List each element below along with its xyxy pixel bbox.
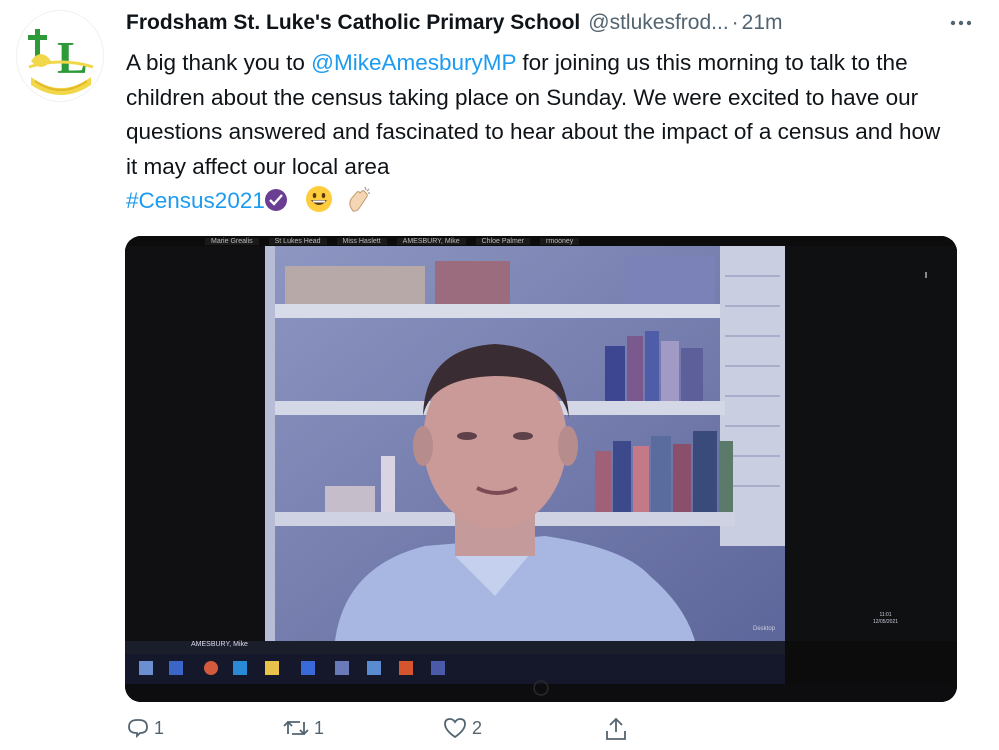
author-handle[interactable]: @stlukesfrod... [588,11,728,35]
tweet-media-image[interactable]: Marie Grealis St Lukes Head Miss Haslett… [125,236,957,702]
tweet-body: Frodsham St. Luke's Catholic Primary Sch… [126,8,976,219]
school-crest-avatar[interactable]: L [16,10,104,102]
tweet-action-bar: 1 1 2 [126,716,646,748]
video-call-scene [125,236,957,702]
heart-icon [444,718,466,739]
share-icon [606,717,626,740]
speaker-name-label: AMESBURY, Mike [191,641,248,648]
participant-name: St Lukes Head [268,237,327,245]
more-options-icon[interactable] [946,10,976,36]
tweet-text: A big thank you to @MikeAmesburyMP for j… [126,46,956,219]
svg-text:L: L [57,32,88,83]
participant-name: Marie Grealis [205,237,259,245]
retweet-icon [283,720,309,736]
taskbar-clock: 11:01 12/05/2021 [873,612,898,626]
reply-count: 1 [154,717,165,738]
desktop-label: Desktop [753,626,776,632]
like-count: 2 [472,717,483,738]
tweet-header: Frodsham St. Luke's Catholic Primary Sch… [126,8,976,38]
grinning-face-icon [305,185,333,213]
header-separator: · [731,11,739,34]
participant-strip: Marie Grealis St Lukes Head Miss Haslett… [205,236,825,246]
reply-button[interactable]: 1 [126,716,164,740]
participant-name: Chloe Palmer [475,237,531,245]
retweet-count: 1 [314,717,325,738]
mention-link[interactable]: @MikeAmesburyMP [311,50,516,75]
census-check-badge-icon [264,189,287,211]
clapping-hands-icon [345,185,373,213]
like-button[interactable]: 2 [442,716,482,740]
clock-time: 11:01 [879,612,892,618]
school-crest-icon: L [17,11,103,101]
participant-name: AMESBURY, Mike [396,237,466,245]
clock-date: 12/05/2021 [873,619,899,625]
share-button[interactable] [604,716,628,742]
retweet-button[interactable]: 1 [282,716,324,740]
reply-icon [128,719,148,739]
participant-name: Miss Haslett [336,237,387,245]
hashtag-link[interactable]: #Census2021 [126,188,265,213]
participant-name: rmooney [540,237,580,245]
tweet-timestamp[interactable]: 21m [742,11,783,35]
tweet-text-intro: A big thank you to [126,50,312,75]
author-name[interactable]: Frodsham St. Luke's Catholic Primary Sch… [126,11,580,35]
